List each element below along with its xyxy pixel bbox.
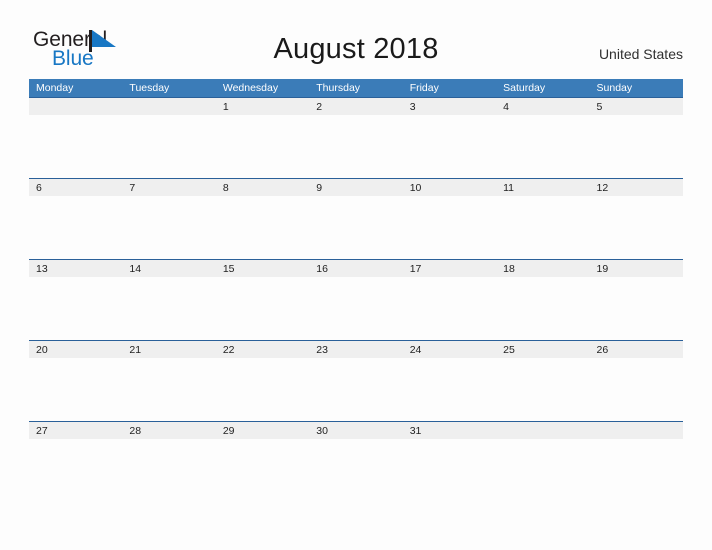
week-row: 27 28 29 30 31 [29, 421, 683, 502]
day-cell[interactable]: 21 [122, 341, 215, 358]
day-cell[interactable]: 18 [496, 260, 589, 277]
day-cell[interactable]: 14 [122, 260, 215, 277]
week-note-area[interactable] [29, 439, 683, 503]
week-date-band: 13 14 15 16 17 18 19 [29, 260, 683, 277]
day-cell[interactable]: 3 [403, 98, 496, 115]
day-cell[interactable]: 22 [216, 341, 309, 358]
day-cell[interactable]: 13 [29, 260, 122, 277]
day-cell[interactable]: 2 [309, 98, 402, 115]
day-cell[interactable]: 26 [590, 341, 683, 358]
day-cell[interactable]: 23 [309, 341, 402, 358]
weekday-header-tuesday: Tuesday [129, 82, 170, 94]
week-row: 13 14 15 16 17 18 19 [29, 259, 683, 340]
day-cell[interactable]: 12 [590, 179, 683, 196]
page-header: General Blue August 2018 United States [0, 0, 712, 78]
day-cell[interactable]: 11 [496, 179, 589, 196]
calendar-grid: Monday Tuesday Wednesday Thursday Friday… [29, 79, 683, 502]
weekday-header-thursday: Thursday [316, 82, 361, 94]
day-cell[interactable]: 31 [403, 422, 496, 439]
weekday-header-sunday: Sunday [596, 82, 633, 94]
day-cell[interactable]: 17 [403, 260, 496, 277]
day-cell[interactable]: 28 [122, 422, 215, 439]
day-cell[interactable]: 16 [309, 260, 402, 277]
week-date-band: 20 21 22 23 24 25 26 [29, 341, 683, 358]
day-cell[interactable]: 20 [29, 341, 122, 358]
weekday-header-saturday: Saturday [503, 82, 546, 94]
week-row: 1 2 3 4 5 [29, 97, 683, 178]
day-cell[interactable]: 5 [590, 98, 683, 115]
day-cell[interactable]: 27 [29, 422, 122, 439]
day-cell[interactable]: 15 [216, 260, 309, 277]
week-date-band: 27 28 29 30 31 [29, 422, 683, 439]
day-cell[interactable]: 30 [309, 422, 402, 439]
weekday-header-row: Monday Tuesday Wednesday Thursday Friday… [29, 79, 683, 97]
weekday-header-wednesday: Wednesday [222, 82, 279, 94]
day-cell[interactable]: 1 [216, 98, 309, 115]
day-cell[interactable] [29, 98, 122, 115]
week-date-band: 1 2 3 4 5 [29, 98, 683, 115]
week-note-area[interactable] [29, 358, 683, 422]
week-row: 6 7 8 9 10 11 12 [29, 178, 683, 259]
day-cell[interactable]: 19 [590, 260, 683, 277]
region-label: United States [598, 46, 683, 62]
week-row: 20 21 22 23 24 25 26 [29, 340, 683, 421]
week-note-area[interactable] [29, 115, 683, 179]
week-note-area[interactable] [29, 277, 683, 341]
day-cell[interactable]: 6 [29, 179, 122, 196]
week-note-area[interactable] [29, 196, 683, 260]
day-cell[interactable]: 29 [216, 422, 309, 439]
day-cell[interactable]: 10 [403, 179, 496, 196]
day-cell[interactable]: 4 [496, 98, 589, 115]
day-cell[interactable]: 8 [216, 179, 309, 196]
week-date-band: 6 7 8 9 10 11 12 [29, 179, 683, 196]
day-cell[interactable] [122, 98, 215, 115]
day-cell[interactable] [590, 422, 683, 439]
day-cell[interactable]: 9 [309, 179, 402, 196]
day-cell[interactable]: 7 [122, 179, 215, 196]
day-cell[interactable]: 25 [496, 341, 589, 358]
weekday-header-friday: Friday [409, 82, 439, 94]
weekday-header-monday: Monday [36, 82, 74, 94]
day-cell[interactable]: 24 [403, 341, 496, 358]
day-cell[interactable] [496, 422, 589, 439]
